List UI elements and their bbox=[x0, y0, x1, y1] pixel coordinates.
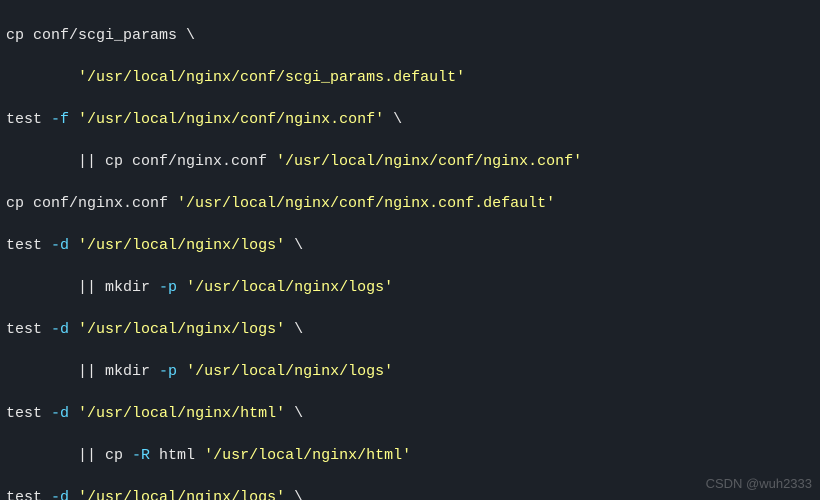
output-line: || cp conf/nginx.conf '/usr/local/nginx/… bbox=[6, 151, 814, 172]
output-line: || mkdir -p '/usr/local/nginx/logs' bbox=[6, 277, 814, 298]
output-line: || mkdir -p '/usr/local/nginx/logs' bbox=[6, 361, 814, 382]
output-line: || cp -R html '/usr/local/nginx/html' bbox=[6, 445, 814, 466]
output-line: cp conf/scgi_params \ bbox=[6, 25, 814, 46]
output-line: '/usr/local/nginx/conf/scgi_params.defau… bbox=[6, 67, 814, 88]
terminal-output[interactable]: cp conf/scgi_params \ '/usr/local/nginx/… bbox=[0, 0, 820, 500]
watermark-text: CSDN @wuh2333 bbox=[706, 473, 812, 494]
output-line: test -d '/usr/local/nginx/html' \ bbox=[6, 403, 814, 424]
output-line: test -f '/usr/local/nginx/conf/nginx.con… bbox=[6, 109, 814, 130]
output-line: test -d '/usr/local/nginx/logs' \ bbox=[6, 319, 814, 340]
output-line: cp conf/nginx.conf '/usr/local/nginx/con… bbox=[6, 193, 814, 214]
output-line: test -d '/usr/local/nginx/logs' \ bbox=[6, 235, 814, 256]
output-line: test -d '/usr/local/nginx/logs' \ bbox=[6, 487, 814, 500]
